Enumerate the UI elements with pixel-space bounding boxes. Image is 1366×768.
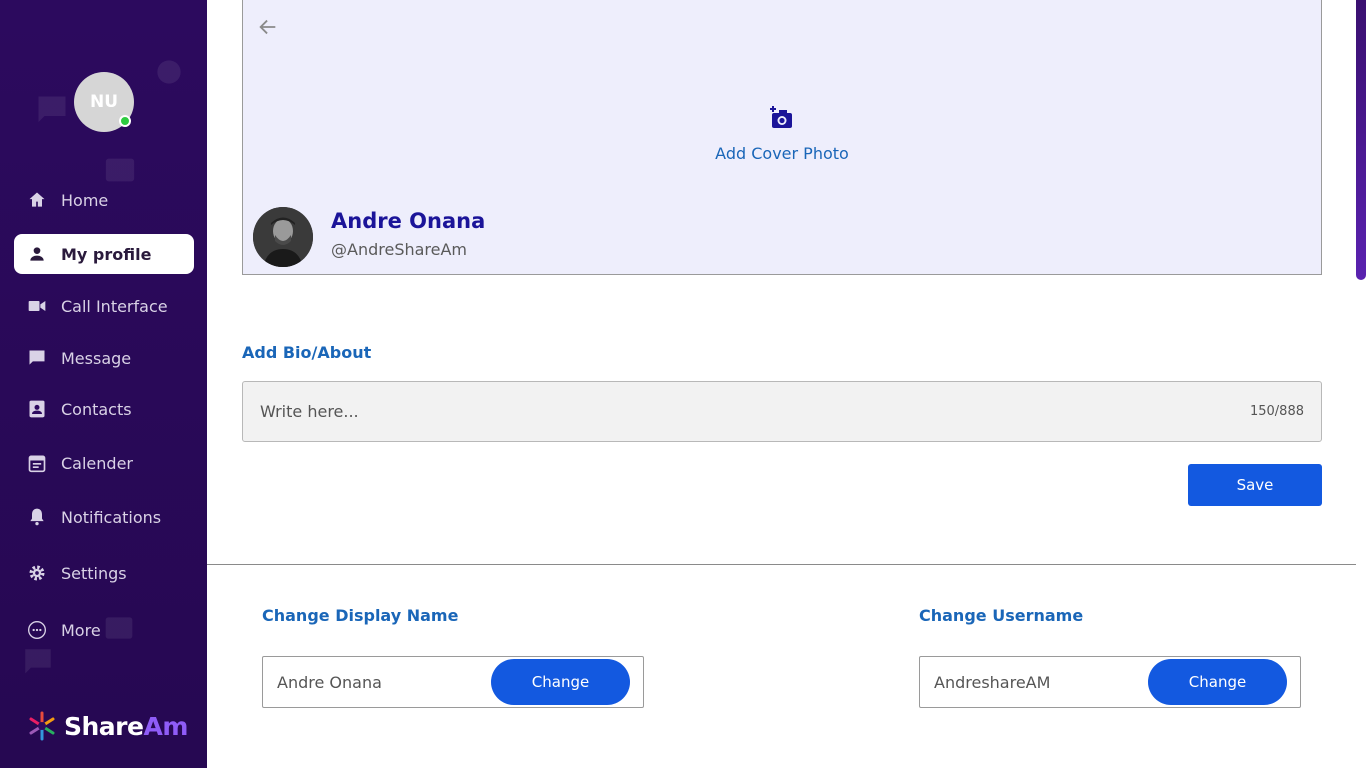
profile-photo-image: [253, 207, 313, 267]
username-field: Change: [919, 656, 1301, 708]
add-cover-photo-link[interactable]: Add Cover Photo: [243, 144, 1321, 163]
sidebar-item-label: Call Interface: [61, 296, 168, 316]
more-icon: [26, 619, 48, 641]
change-display-name-button[interactable]: Change: [491, 659, 630, 705]
sidebar-item-my-profile[interactable]: My profile: [14, 234, 194, 274]
sidebar-item-more[interactable]: More: [14, 610, 194, 650]
sidebar-item-label: Settings: [61, 563, 127, 583]
contact-card-icon: [26, 398, 48, 420]
change-username-button[interactable]: Change: [1148, 659, 1287, 705]
sidebar-item-notifications[interactable]: Notifications: [14, 497, 194, 537]
profile-avatar[interactable]: [253, 207, 313, 267]
shaream-logo[interactable]: ShareAm: [26, 710, 188, 742]
online-status-indicator: [119, 115, 131, 127]
display-name-field: Change: [262, 656, 644, 708]
sidebar-item-call-interface[interactable]: Call Interface: [14, 286, 194, 326]
profile-handle: @AndreShareAm: [331, 240, 468, 259]
home-icon: [26, 189, 48, 211]
person-icon: [26, 243, 48, 265]
logo-icon: [29, 711, 55, 741]
display-name-input[interactable]: [263, 657, 488, 707]
message-icon: [26, 347, 48, 369]
decorative-chat-icon: [38, 96, 66, 122]
sidebar-item-message[interactable]: Message: [14, 338, 194, 378]
sidebar-item-contacts[interactable]: Contacts: [14, 389, 194, 429]
sidebar-item-label: Contacts: [61, 399, 132, 419]
sidebar-item-calendar[interactable]: Calender: [14, 443, 194, 483]
section-divider: [207, 564, 1356, 565]
sidebar-item-settings[interactable]: Settings: [14, 553, 194, 593]
add-photo-camera-icon[interactable]: [769, 106, 795, 130]
bell-icon: [26, 506, 48, 528]
cover-photo-area[interactable]: Add Cover Photo Andre Onana @AndreShareA…: [242, 0, 1322, 275]
change-display-name-label: Change Display Name: [262, 606, 459, 625]
change-username-label: Change Username: [919, 606, 1084, 625]
sidebar-item-label: Notifications: [61, 507, 162, 527]
main-content: Add Cover Photo Andre Onana @AndreShareA…: [207, 0, 1366, 768]
sidebar-item-label: My profile: [61, 244, 152, 264]
sidebar-item-label: Home: [61, 190, 109, 210]
decorative-globe-icon: [157, 60, 181, 84]
video-icon: [26, 295, 48, 317]
logo-wordmark: ShareAm: [64, 711, 188, 741]
decorative-chat-icon: [25, 649, 51, 674]
page-scrollbar[interactable]: [1356, 0, 1366, 280]
sidebar-item-label: Message: [61, 348, 132, 368]
sidebar-item-label: More: [61, 620, 101, 640]
save-bio-button[interactable]: Save: [1188, 464, 1322, 506]
sidebar-item-label: Calender: [61, 453, 133, 473]
bio-input[interactable]: [243, 382, 1203, 441]
profile-name: Andre Onana: [331, 209, 486, 233]
back-arrow-icon[interactable]: [257, 16, 279, 38]
bio-character-counter: 150/888: [1249, 404, 1304, 419]
sidebar: NU Home My profile Call Interface Messag…: [0, 0, 207, 768]
calendar-icon: [26, 452, 48, 474]
gear-icon: [26, 562, 48, 584]
sidebar-item-home[interactable]: Home: [14, 180, 194, 220]
bio-field: 150/888: [242, 381, 1322, 442]
bio-label: Add Bio/About: [242, 343, 372, 362]
username-input[interactable]: [920, 657, 1145, 707]
